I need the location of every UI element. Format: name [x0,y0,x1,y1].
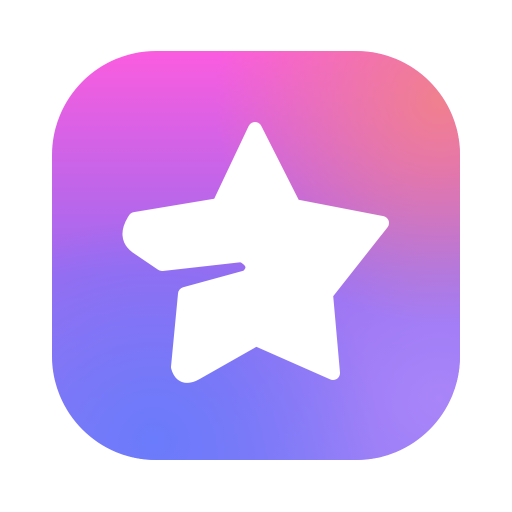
app-icon[interactable] [52,51,460,460]
canvas [0,0,512,512]
